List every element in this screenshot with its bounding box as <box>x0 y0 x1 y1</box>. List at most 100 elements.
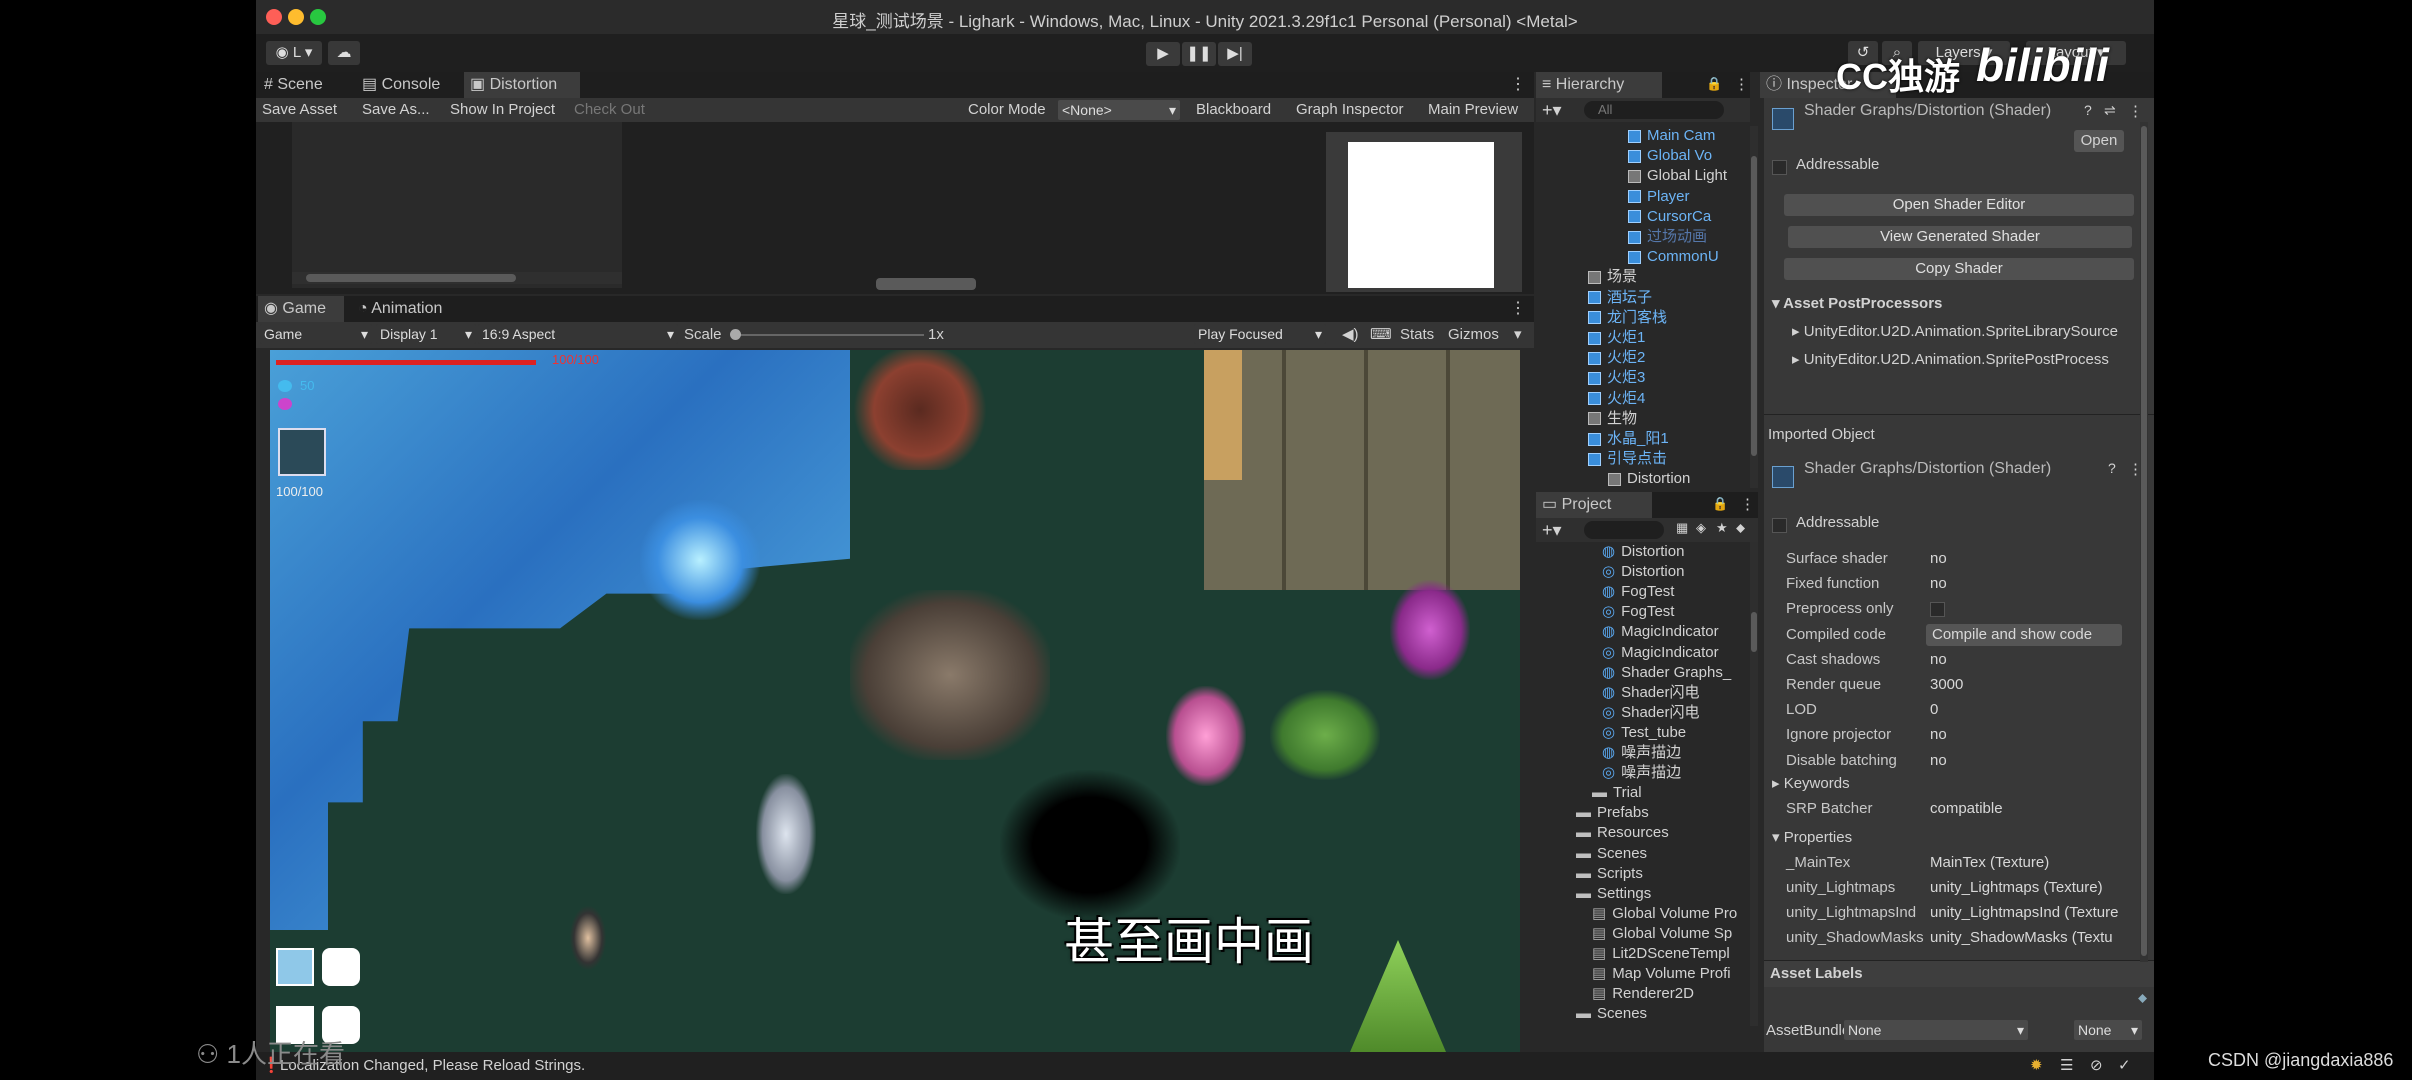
game-view[interactable]: 100/100 50 100/100 甚至画中画 <box>270 350 1520 1052</box>
skill-slot-2[interactable] <box>322 948 360 986</box>
project-scrollbar-thumb[interactable] <box>1751 612 1757 652</box>
hierarchy-item[interactable]: CommonU <box>1628 247 1738 267</box>
tab-distortion[interactable]: ▣ Distortion <box>464 72 580 98</box>
filter-icon[interactable]: ▦ <box>1676 520 1688 536</box>
label-filter-icon[interactable]: ★ <box>1716 520 1728 536</box>
preprocess-only-checkbox[interactable] <box>1930 602 1945 618</box>
addressable-checkbox-2[interactable] <box>1772 518 1787 533</box>
project-item[interactable]: ◍ FogTest <box>1602 582 1750 602</box>
tab-animation[interactable]: ◔ Animation <box>352 296 468 322</box>
play-button[interactable]: ▶ <box>1146 42 1180 66</box>
add-icon[interactable]: +▾ <box>1542 98 1562 122</box>
tab-game[interactable]: ◉ Game <box>258 296 344 322</box>
open-button[interactable]: Open <box>2074 130 2124 152</box>
stats-button[interactable]: Stats <box>1400 322 1434 348</box>
postprocessor-item-1[interactable]: ▸ UnityEditor.U2D.Animation.SpriteLibrar… <box>1792 322 2152 340</box>
open-shader-editor-button[interactable]: Open Shader Editor <box>1784 194 2134 216</box>
save-asset-button[interactable]: Save Asset <box>262 98 337 122</box>
project-item[interactable]: ▤ Lit2DSceneTempl <box>1592 944 1750 964</box>
hierarchy-item[interactable]: Player <box>1628 187 1738 207</box>
keywords-foldout[interactable]: ▸ Keywords <box>1772 774 1850 792</box>
project-item[interactable]: ▤ Global Volume Pro <box>1592 904 1750 924</box>
blackboard-button[interactable]: Blackboard <box>1196 98 1271 122</box>
play-focused-dropdown[interactable]: Play Focused ▾ <box>1194 324 1326 344</box>
help-icon[interactable]: ? <box>2108 460 2116 476</box>
copy-shader-button[interactable]: Copy Shader <box>1784 258 2134 280</box>
scale-slider-handle[interactable] <box>730 329 741 340</box>
network-icon[interactable]: ⊘ <box>2090 1052 2103 1080</box>
game-tab-menu-icon[interactable]: ⋮ <box>1510 296 1526 322</box>
hierarchy-item[interactable]: 引导点击 <box>1588 449 1738 469</box>
hierarchy-item[interactable]: 场景 <box>1588 267 1738 287</box>
project-item[interactable]: ◍ Distortion <box>1602 542 1750 562</box>
hierarchy-item[interactable]: 过场动画 <box>1628 227 1738 247</box>
project-item[interactable]: ◎ FogTest <box>1602 602 1750 622</box>
shader-graph-canvas[interactable] <box>256 122 1534 294</box>
addressable-checkbox[interactable] <box>1772 160 1787 175</box>
check-out-button[interactable]: Check Out <box>574 98 645 122</box>
help-icon[interactable]: ? <box>2084 102 2092 118</box>
tab-console[interactable]: ▤ Console <box>356 72 452 98</box>
hierarchy-menu-icon[interactable]: ⋮ <box>1734 75 1749 93</box>
pause-button[interactable]: ❚❚ <box>1182 42 1216 66</box>
compile-and-show-code-button[interactable]: Compile and show code <box>1926 623 2122 646</box>
aspect-dropdown[interactable]: 16:9 Aspect ▾ <box>478 324 678 344</box>
save-as-button[interactable]: Save As... <box>362 98 430 122</box>
project-search-input[interactable] <box>1584 521 1664 539</box>
project-item[interactable]: ◎ MagicIndicator <box>1602 643 1750 663</box>
main-preview-button[interactable]: Main Preview <box>1428 98 1518 122</box>
inspector-menu-icon[interactable]: ⋮ <box>2128 102 2143 120</box>
hierarchy-item[interactable]: 水晶_阳1 <box>1588 429 1738 449</box>
inspector-scrollbar-thumb[interactable] <box>2141 126 2147 956</box>
hierarchy-item[interactable]: 龙门客栈 <box>1588 308 1738 328</box>
hierarchy-item[interactable]: 生物 <box>1588 409 1738 429</box>
project-item[interactable]: ◎ Test_tube <box>1602 723 1750 743</box>
graph-inspector-button[interactable]: Graph Inspector <box>1296 98 1404 122</box>
tab-scene[interactable]: # Scene <box>258 72 354 98</box>
hierarchy-item[interactable]: 火炬1 <box>1588 328 1738 348</box>
cloud-button[interactable]: ☁ <box>328 41 360 65</box>
tab-project[interactable]: ▭ Project <box>1536 492 1652 518</box>
project-item[interactable]: ▬ Prefabs <box>1576 803 1750 823</box>
settings-icon[interactable]: ⇌ <box>2104 102 2116 119</box>
project-item[interactable]: ◍ Shader闪电 <box>1602 683 1750 703</box>
project-item[interactable]: ▬ Scripts <box>1576 864 1750 884</box>
hierarchy-item[interactable]: Global Vo <box>1628 146 1738 166</box>
hierarchy-item[interactable]: 火炬2 <box>1588 348 1738 368</box>
build-icon[interactable]: ☰ <box>2060 1052 2073 1080</box>
project-item[interactable]: ◍ 噪声描边 <box>1602 743 1750 763</box>
tag-icon[interactable]: ⬥ <box>1736 520 1745 536</box>
add-icon[interactable]: +▾ <box>1542 518 1562 542</box>
project-item[interactable]: ◍ MagicIndicator <box>1602 622 1750 642</box>
label-tag-icon[interactable]: ⬥ <box>2138 990 2147 1006</box>
hierarchy-scrollbar-thumb[interactable] <box>1751 156 1757 456</box>
project-item[interactable]: ▬ Scenes <box>1576 1004 1750 1024</box>
scrollbar-thumb[interactable] <box>306 274 516 282</box>
project-item[interactable]: ▤ Global Volume Sp <box>1592 924 1750 944</box>
postprocessor-item-2[interactable]: ▸ UnityEditor.U2D.Animation.SpritePostPr… <box>1792 350 2152 368</box>
project-scrollbar[interactable] <box>1750 542 1758 1026</box>
project-item[interactable]: ▤ Renderer2D <box>1592 984 1750 1004</box>
project-item[interactable]: ◎ Distortion <box>1602 562 1750 582</box>
hierarchy-item[interactable]: 火炬4 <box>1588 389 1738 409</box>
hierarchy-item[interactable]: Distortion <box>1608 469 1750 488</box>
assetbundle-variant-dropdown[interactable]: None ▾ <box>2074 1020 2142 1040</box>
step-button[interactable]: ▶| <box>1218 42 1252 66</box>
display-dropdown[interactable]: Display 1 ▾ <box>376 324 476 344</box>
color-mode-dropdown[interactable]: <None> ▾ <box>1058 100 1180 120</box>
chevron-down-icon[interactable]: ▾ <box>1514 322 1522 348</box>
hierarchy-scrollbar[interactable] <box>1750 126 1758 488</box>
skill-slot-1[interactable] <box>276 948 314 986</box>
tab-menu-icon[interactable]: ⋮ <box>1510 72 1526 98</box>
graph-node[interactable] <box>876 278 976 290</box>
game-mode-dropdown[interactable]: Game ▾ <box>260 324 372 344</box>
project-item[interactable]: ▬ Trial <box>1592 783 1750 803</box>
project-item[interactable]: ◎ Shader闪电 <box>1602 703 1750 723</box>
lock-icon[interactable]: 🔒 <box>1712 496 1728 512</box>
type-filter-icon[interactable]: ◈ <box>1696 520 1706 536</box>
account-dropdown[interactable]: ◉ L ▾ <box>266 41 322 65</box>
collab-icon[interactable]: ✓ <box>2118 1052 2131 1080</box>
hierarchy-item[interactable]: 火炬3 <box>1588 368 1738 388</box>
show-in-project-button[interactable]: Show In Project <box>450 98 555 122</box>
project-item[interactable]: ◍ Shader Graphs_ <box>1602 663 1750 683</box>
